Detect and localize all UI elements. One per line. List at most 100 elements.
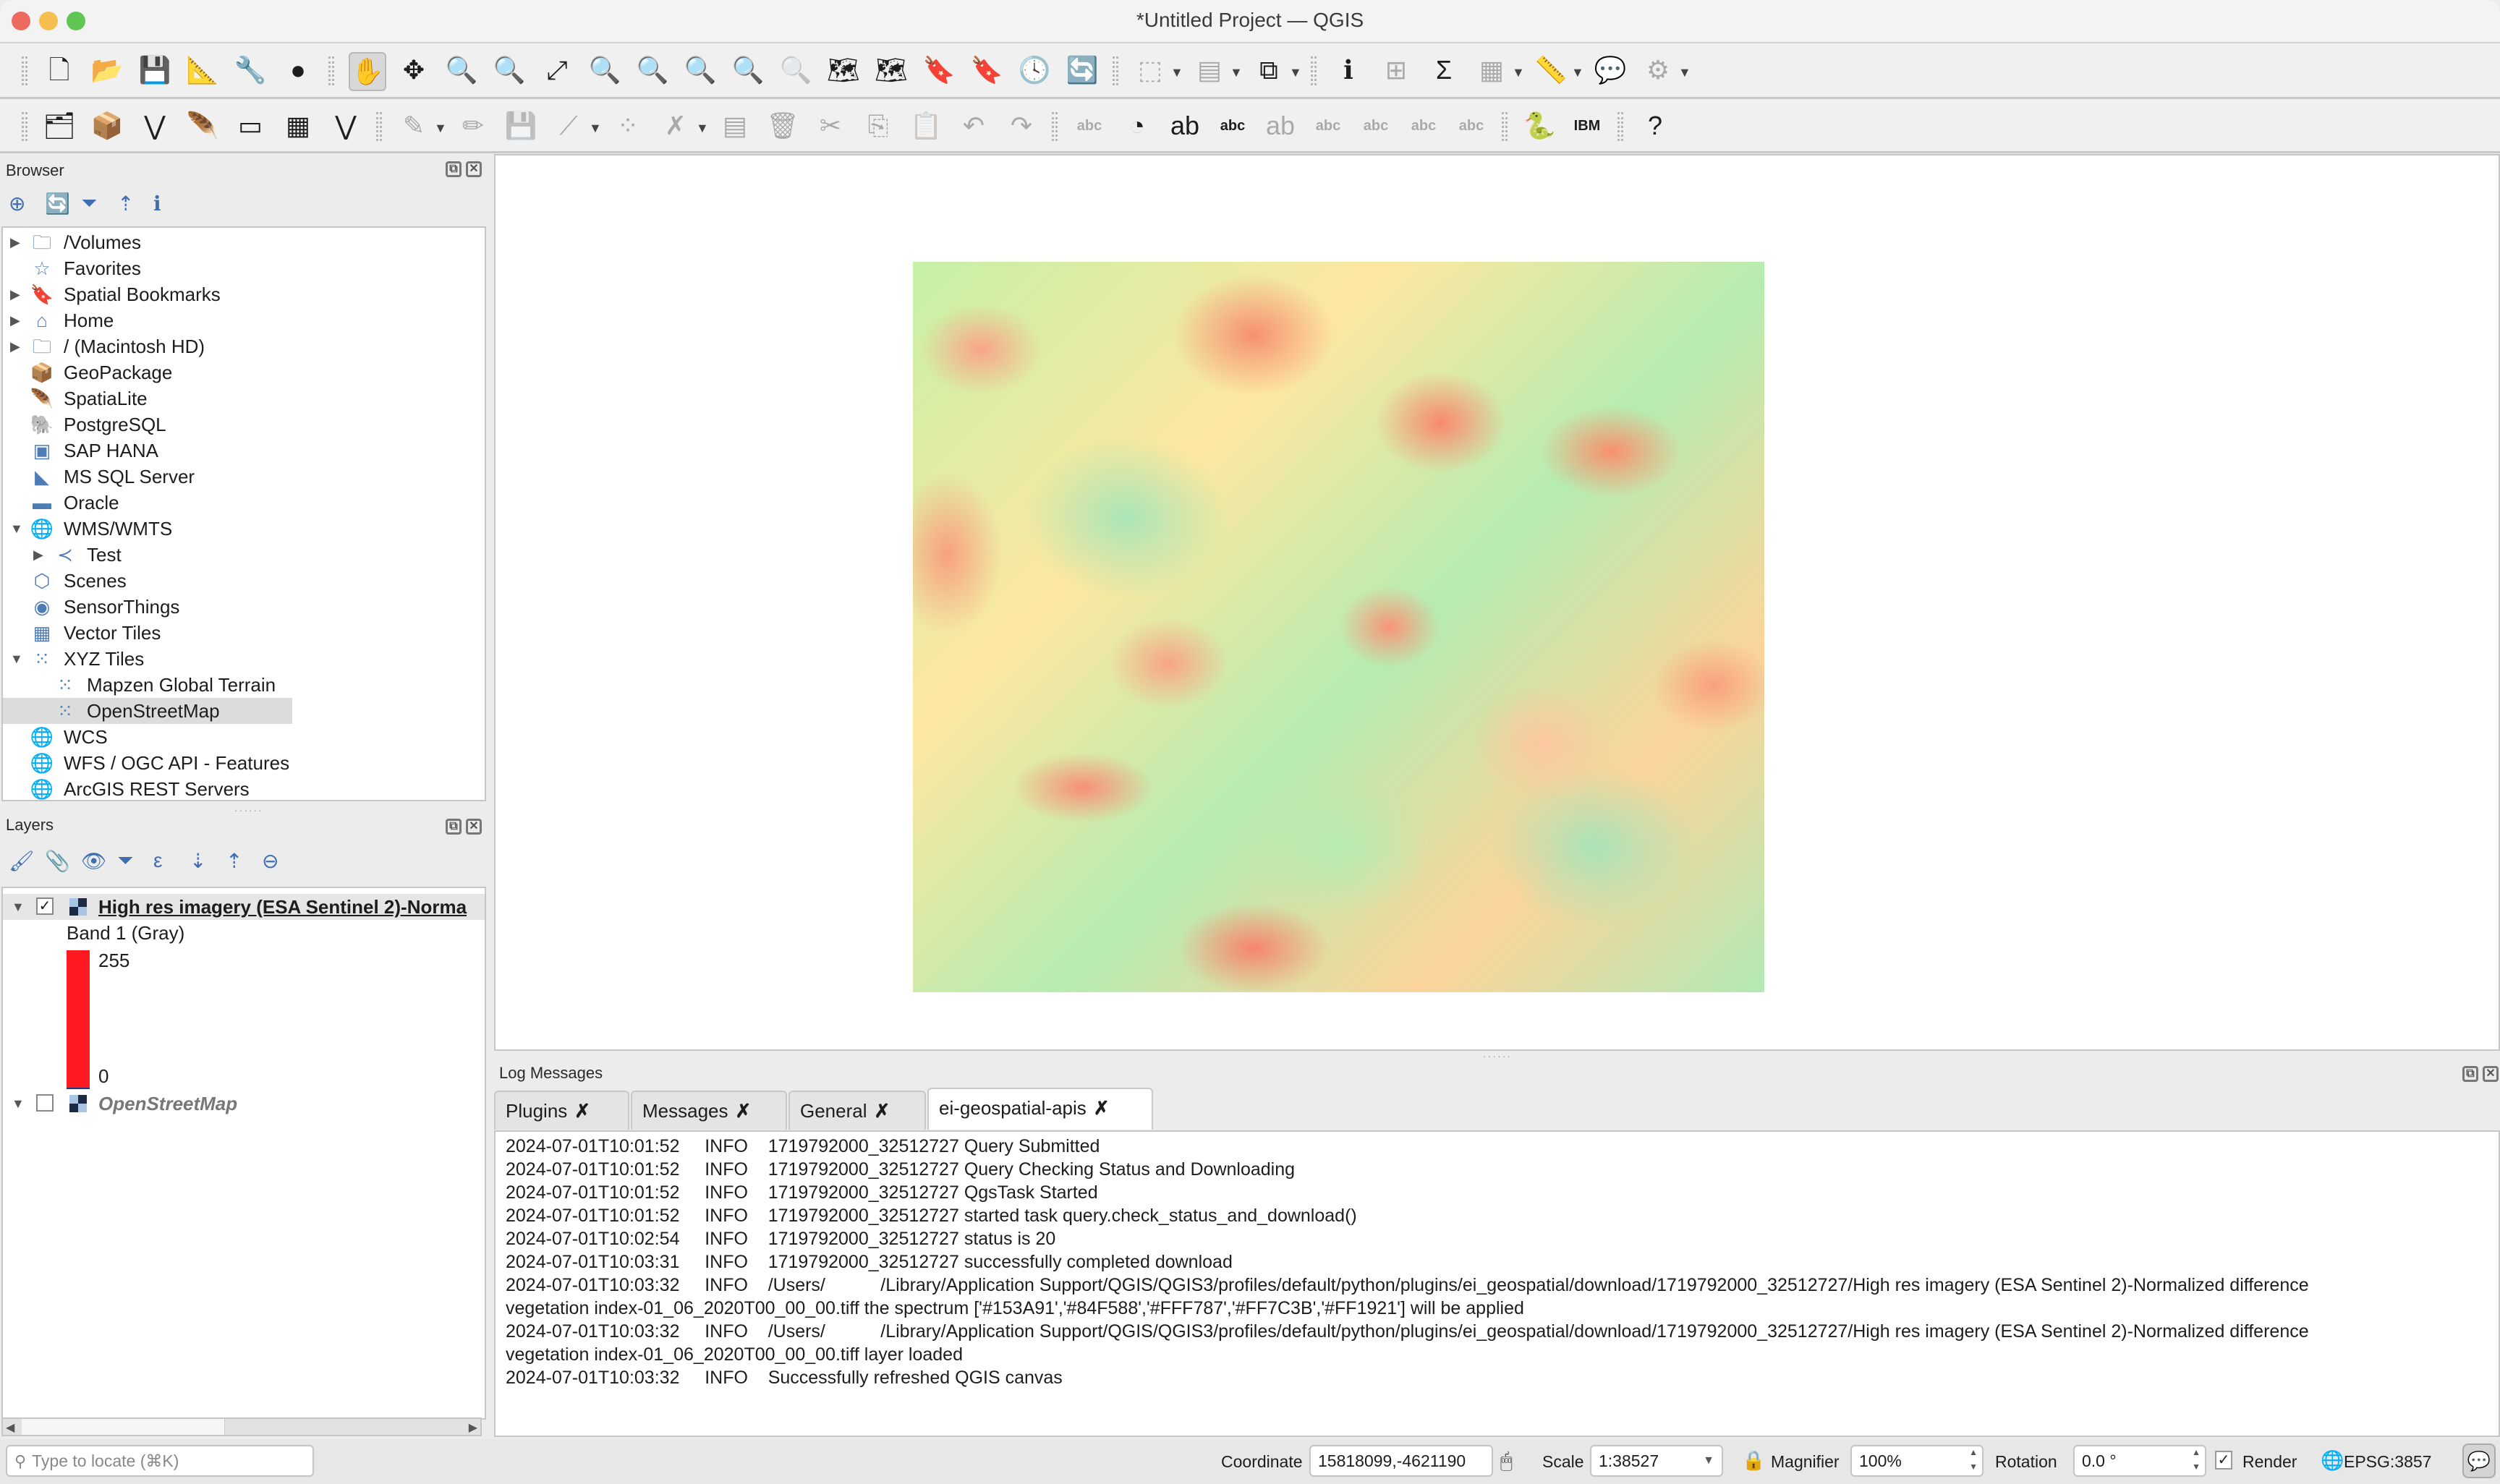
expand-arrow-icon[interactable]: ▶ [10, 281, 20, 307]
filter-browser-icon[interactable]: ⏷ [81, 192, 97, 216]
delete-selected-icon[interactable]: 🗑 [765, 108, 800, 144]
browser-item[interactable]: 🌐 WFS / OGC API - Features [3, 750, 485, 776]
diagram-options-icon[interactable]: ◔ [1120, 108, 1155, 144]
pin-unpin-labels-icon[interactable]: ab [1263, 108, 1298, 144]
log-tab-plugins[interactable]: Plugins ✗ [494, 1091, 629, 1130]
rotation-spinbox[interactable]: 0.0 ° ▲ ▼ [2073, 1445, 2206, 1477]
new-geopackage-layer-icon[interactable]: 📦 [90, 108, 124, 144]
open-project-icon[interactable]: 📂 [90, 52, 124, 88]
manage-map-themes-icon[interactable]: 👁 [81, 849, 107, 873]
highlight-pin-labels-icon[interactable]: ab [1168, 108, 1202, 144]
layers-tree[interactable]: ▼ ✓ High res imagery (ESA Sentinel 2)-No… [1, 887, 486, 1420]
identify-features-icon[interactable]: ℹ [1331, 52, 1366, 88]
toggle-display-unplaced-labels-icon[interactable]: abc [1215, 108, 1250, 144]
scale-combobox[interactable]: 1:38527 ▼ [1590, 1445, 1723, 1477]
browser-item[interactable]: 🐘 PostgreSQL [3, 411, 485, 438]
spin-arrows-icon[interactable]: ▲ ▼ [1969, 1445, 1978, 1474]
measure-line-icon[interactable]: 📏 [1534, 52, 1568, 88]
add-selected-layers-icon[interactable]: ⊕ [9, 192, 25, 216]
chevron-down-icon[interactable]: ▼ [696, 121, 709, 136]
collapse-arrow-icon[interactable]: ▼ [12, 1091, 25, 1117]
collapse-arrow-icon[interactable]: ▼ [12, 894, 25, 920]
close-panel-button[interactable]: ✕ [466, 819, 482, 835]
messages-log-button[interactable]: 💬 [2462, 1444, 2496, 1478]
statistical-summary-icon[interactable]: Σ [1427, 52, 1461, 88]
expand-arrow-icon[interactable]: ▶ [10, 307, 20, 333]
paste-features-icon[interactable]: 📋 [909, 108, 943, 144]
zoom-last-icon[interactable]: 🔍 [731, 52, 765, 88]
log-tab-messages[interactable]: Messages ✗ [631, 1091, 787, 1130]
spin-arrows-icon[interactable]: ▲ ▼ [2192, 1445, 2201, 1474]
open-layer-styling-icon[interactable]: 🖌 [9, 849, 35, 873]
project-properties-icon[interactable]: 🔧 [233, 52, 268, 88]
toolbar-grip-handle[interactable] [1502, 112, 1508, 141]
move-label-icon[interactable]: abc [1359, 108, 1393, 144]
deselect-all-icon[interactable]: ⧉ [1251, 52, 1286, 88]
filter-by-expression-icon[interactable]: ε [153, 849, 162, 872]
toolbar-grip-handle[interactable] [1113, 56, 1118, 85]
redo-icon[interactable]: ↷ [1004, 108, 1039, 144]
browser-item[interactable]: ⁙ Mapzen Global Terrain [3, 672, 485, 698]
browser-item[interactable]: ▣ SAP HANA [3, 438, 485, 464]
close-tab-icon[interactable]: ✗ [875, 1100, 890, 1122]
show-hide-labels-icon[interactable]: abc [1311, 108, 1345, 144]
chevron-down-icon[interactable]: ▼ [589, 121, 602, 136]
temporal-controller-icon[interactable]: 🕓 [1017, 52, 1052, 88]
new-mesh-layer-icon[interactable]: ⋁ [328, 108, 363, 144]
browser-item[interactable]: ▶ 🔖 Spatial Bookmarks [3, 281, 485, 307]
attribute-table-icon[interactable]: ▦ [1474, 52, 1509, 88]
open-attribute-table-icon[interactable]: ▤ [1192, 52, 1227, 88]
browser-item[interactable]: ▼ 🌐 WMS/WMTS [3, 516, 485, 542]
magnifier-spinbox[interactable]: 100% ▲ ▼ [1850, 1445, 1984, 1477]
browser-item[interactable]: ▦ Vector Tiles [3, 620, 485, 646]
toolbar-grip-handle[interactable] [22, 112, 27, 141]
toolbar-grip-handle[interactable] [1617, 112, 1623, 141]
log-messages-area[interactable]: 2024-07-01T10:01:52 INFO 1719792000_3251… [494, 1130, 2500, 1437]
float-panel-button[interactable]: ⧉ [446, 819, 462, 835]
zoom-to-layer-icon[interactable]: 🔍 [635, 52, 670, 88]
layer-item-ndvi[interactable]: ▼ ✓ High res imagery (ESA Sentinel 2)-No… [3, 894, 485, 920]
toolbar-grip-handle[interactable] [1052, 112, 1058, 141]
browser-item[interactable]: 🌐 ArcGIS REST Servers [3, 776, 485, 802]
locator-search-input[interactable]: ⚲ Type to locate (⌘K) [6, 1445, 314, 1477]
new-project-icon[interactable]: 🗋 [42, 52, 77, 88]
zoom-full-icon[interactable]: ⤢ [540, 52, 574, 88]
ibm-plugin-icon[interactable]: IBM [1570, 108, 1604, 144]
expand-arrow-icon[interactable]: ▶ [10, 333, 20, 359]
render-checkbox[interactable]: ✓ [2215, 1451, 2232, 1470]
modify-attributes-icon[interactable]: ✗ [658, 108, 693, 144]
digitize-line-icon[interactable]: ⟋ [551, 108, 586, 144]
browser-item[interactable]: ⁙ OpenStreetMap [3, 698, 292, 724]
close-tab-icon[interactable]: ✗ [736, 1100, 752, 1122]
expand-all-icon[interactable]: ⇣ [190, 849, 206, 873]
browser-item[interactable]: ▼ ⁙ XYZ Tiles [3, 646, 485, 672]
chevron-down-icon[interactable]: ▼ [1230, 65, 1243, 80]
chevron-down-icon[interactable]: ▼ [1678, 65, 1691, 80]
toggle-editing-icon[interactable]: ✏ [456, 108, 490, 144]
data-source-manager-icon[interactable]: 🗂 [42, 108, 77, 144]
zoom-in-icon[interactable]: 🔍 [444, 52, 479, 88]
toolbar-grip-handle[interactable] [1311, 56, 1317, 85]
crs-button[interactable]: EPSG:3857 [2344, 1452, 2431, 1472]
collapse-arrow-icon[interactable]: ▼ [10, 646, 23, 672]
log-tab-ei-geospatial-apis[interactable]: ei-geospatial-apis ✗ [927, 1088, 1153, 1130]
save-project-icon[interactable]: 💾 [137, 52, 172, 88]
zoom-native-resolution-icon[interactable]: 🔍 [683, 52, 718, 88]
browser-item[interactable]: ▶ 🗀 / (Macintosh HD) [3, 333, 485, 359]
chevron-down-icon[interactable]: ▼ [1512, 65, 1525, 80]
change-label-icon[interactable]: abc [1454, 108, 1489, 144]
float-panel-button[interactable]: ⧉ [2462, 1066, 2478, 1082]
scroll-left-icon[interactable]: ◀ [6, 1420, 14, 1435]
rotate-label-icon[interactable]: abc [1406, 108, 1441, 144]
chevron-down-icon[interactable]: ▼ [1289, 65, 1302, 80]
remove-layer-icon[interactable]: ⊖ [262, 849, 279, 873]
style-manager-icon[interactable]: ● [281, 52, 315, 88]
browser-item[interactable]: ◉ SensorThings [3, 594, 485, 620]
properties-info-icon[interactable]: ℹ [153, 192, 161, 216]
pan-map-icon[interactable]: ✋ [349, 52, 386, 91]
new-spatial-bookmark-icon[interactable]: 🔖 [922, 52, 956, 88]
python-console-icon[interactable]: 🐍 [1522, 108, 1557, 144]
new-virtual-layer-icon[interactable]: ▦ [281, 108, 315, 144]
vertex-tool-icon[interactable]: ⁘ [611, 108, 645, 144]
toolbar-grip-handle[interactable] [376, 112, 382, 141]
